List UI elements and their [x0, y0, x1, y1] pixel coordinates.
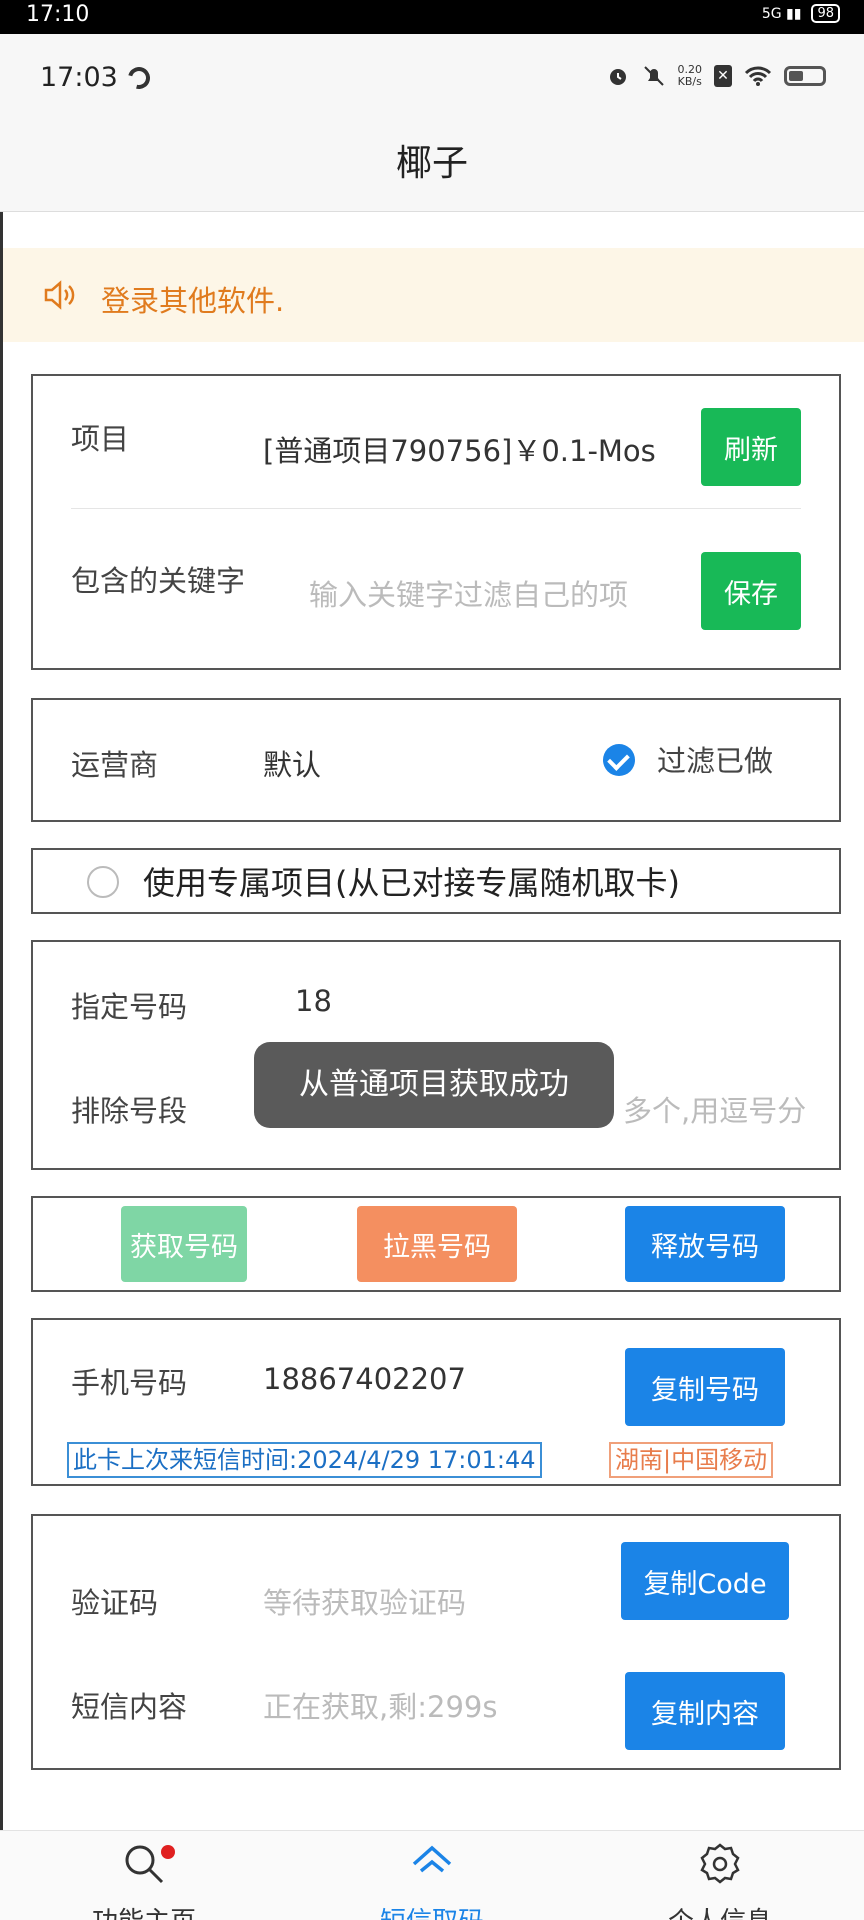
exclusive-label[interactable]: 使用专属项目(从已对接专属随机取卡)	[143, 858, 680, 904]
refresh-button[interactable]: 刷新	[701, 408, 801, 486]
actions-card: 获取号码 拉黑号码 释放号码	[31, 1196, 841, 1292]
phone-label: 手机号码	[71, 1366, 188, 1400]
filter-checkbox[interactable]	[603, 744, 635, 776]
code-label: 验证码	[71, 1586, 159, 1620]
project-label: 项目	[71, 422, 130, 456]
project-value[interactable]: [普通项目790756]￥0.1-Mos	[263, 428, 681, 470]
toast-message: 从普通项目获取成功	[254, 1042, 614, 1128]
notice-bar: 登录其他软件.	[3, 248, 864, 342]
tab-sms-code[interactable]: 短信取码	[288, 1831, 576, 1920]
copy-content-button[interactable]: 复制内容	[625, 1672, 785, 1750]
outer-time: 17:10	[26, 2, 90, 27]
tab-label: 功能主页	[0, 1901, 288, 1920]
sms-content-status: 正在获取,剩:299s	[263, 1690, 498, 1724]
tab-label: 个人信息	[576, 1901, 864, 1920]
get-number-button[interactable]: 获取号码	[121, 1206, 247, 1282]
filter-label[interactable]: 过滤已做	[657, 738, 773, 780]
keyword-label: 包含的关键字	[71, 564, 246, 598]
last-sms-time-tag: 此卡上次来短信时间:2024/4/29 17:01:44	[67, 1442, 542, 1478]
code-value: 等待获取验证码	[263, 1586, 467, 1620]
app-screen: 17:03 0.20 KB/s ✕ 椰子 登录其他软件. 项目 [普通项目790…	[0, 34, 864, 1920]
copy-code-button[interactable]: 复制Code	[621, 1542, 789, 1620]
speaker-icon	[44, 280, 75, 310]
phone-number: 18867402207	[263, 1362, 466, 1396]
specified-number-label: 指定号码	[71, 990, 188, 1024]
sms-content-label: 短信内容	[71, 1690, 188, 1724]
operator-label: 运营商	[71, 748, 159, 782]
outer-status-bar: 17:10 5G ▮▮ 98	[0, 0, 864, 34]
battery-icon	[784, 66, 826, 86]
network-speed: 0.20 KB/s	[677, 63, 703, 88]
exclusive-radio[interactable]	[87, 866, 119, 898]
signal-icon: 5G ▮▮	[761, 5, 802, 22]
status-time: 17:03	[40, 62, 118, 93]
search-icon	[125, 1845, 164, 1884]
exclusive-option[interactable]: 使用专属项目(从已对接专属随机取卡)	[31, 848, 841, 914]
wifi-icon	[744, 66, 772, 86]
notice-text: 登录其他软件.	[101, 284, 285, 318]
blacklist-number-button[interactable]: 拉黑号码	[357, 1206, 517, 1282]
sim-icon: ✕	[714, 65, 732, 87]
tab-profile[interactable]: 个人信息	[576, 1831, 864, 1920]
carrier-tag: 湖南|中国移动	[609, 1442, 774, 1478]
notification-dot	[161, 1845, 175, 1859]
outer-battery-icon: 98	[811, 4, 840, 23]
keyword-input[interactable]: 输入关键字过滤自己的项	[309, 572, 681, 614]
save-button[interactable]: 保存	[701, 552, 801, 630]
gear-icon	[700, 1843, 740, 1884]
main-content: 登录其他软件. 项目 [普通项目790756]￥0.1-Mos 刷新 包含的关键…	[0, 212, 864, 1830]
project-card: 项目 [普通项目790756]￥0.1-Mos 刷新 包含的关键字 输入关键字过…	[31, 374, 841, 670]
page-title: 椰子	[395, 143, 468, 184]
operator-card: 运营商 默认 过滤已做	[31, 698, 841, 822]
bottom-tab-bar: 功能主页 短信取码 个人信息	[0, 1830, 864, 1920]
tab-home-features[interactable]: 功能主页	[0, 1831, 288, 1920]
copy-number-button[interactable]: 复制号码	[625, 1348, 785, 1426]
specified-number-input[interactable]: 18	[295, 984, 332, 1018]
home-icon	[412, 1845, 452, 1873]
exclude-prefix-label: 排除号段	[71, 1094, 188, 1128]
phone-card: 手机号码 18867402207 复制号码 此卡上次来短信时间:2024/4/2…	[31, 1318, 841, 1486]
status-bar: 17:03 0.20 KB/s ✕	[0, 34, 864, 116]
exclude-prefix-input[interactable]: 多个,用逗号分	[623, 1088, 833, 1130]
sms-card: 验证码 等待获取验证码 复制Code 短信内容 正在获取,剩:299s 复制内容	[31, 1514, 841, 1770]
tab-label: 短信取码	[288, 1901, 576, 1920]
divider	[71, 508, 801, 509]
sync-icon	[123, 62, 155, 94]
mute-icon	[643, 66, 664, 86]
alarm-icon	[609, 69, 626, 85]
release-number-button[interactable]: 释放号码	[625, 1206, 785, 1282]
app-header: 椰子	[0, 116, 864, 212]
operator-value[interactable]: 默认	[263, 742, 321, 784]
